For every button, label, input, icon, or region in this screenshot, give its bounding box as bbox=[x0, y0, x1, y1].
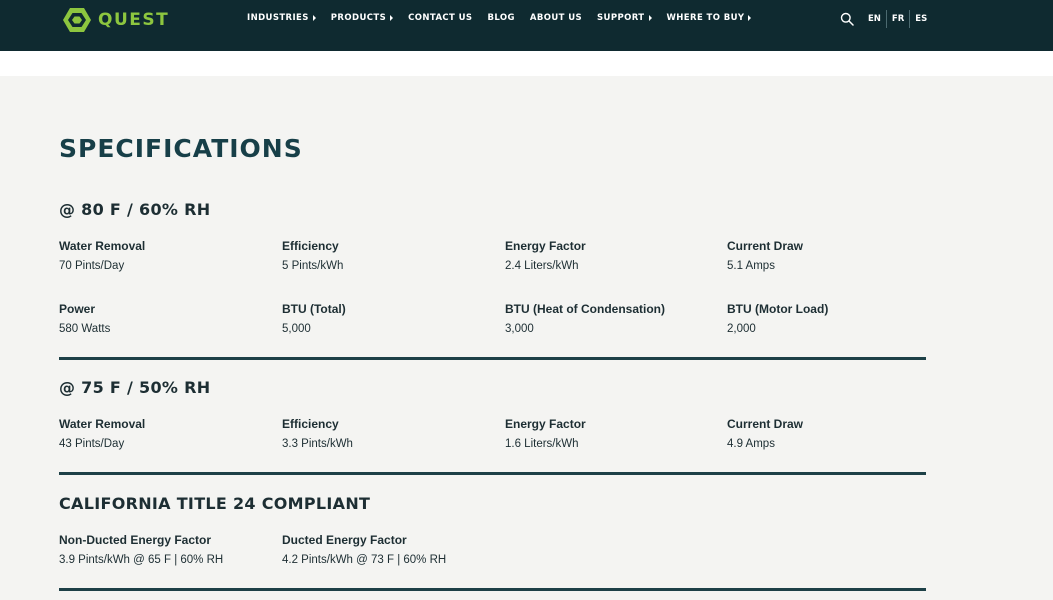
spec-value: 580 Watts bbox=[59, 323, 111, 335]
page-title: SPECIFICATIONS bbox=[59, 134, 303, 163]
nav-products[interactable]: PRODUCTS bbox=[330, 13, 394, 23]
spec-value: 5.1 Amps bbox=[727, 260, 775, 272]
nav-support-label: SUPPORT bbox=[597, 13, 645, 23]
spec-value: 4.9 Amps bbox=[727, 438, 775, 450]
caret-right-icon bbox=[748, 15, 752, 21]
spec-label: Power bbox=[59, 302, 96, 316]
spec-label: Ducted Energy Factor bbox=[282, 533, 407, 547]
nav-support[interactable]: SUPPORT bbox=[597, 13, 652, 23]
caret-right-icon bbox=[390, 15, 394, 21]
quest-logo[interactable]: QUEST bbox=[62, 7, 169, 33]
spec-value: 1.6 Liters/kWh bbox=[505, 438, 579, 450]
spec-value: 3.9 Pints/kWh @ 65 F | 60% RH bbox=[59, 554, 224, 566]
spec-label: Non-Ducted Energy Factor bbox=[59, 533, 212, 547]
lang-fr[interactable]: FR bbox=[889, 11, 907, 27]
spec-value: 3.3 Pints/kWh bbox=[282, 438, 353, 450]
nav-contact-us[interactable]: CONTACT US bbox=[408, 13, 472, 23]
section-divider bbox=[59, 357, 926, 360]
nav-industries[interactable]: INDUSTRIES bbox=[247, 13, 316, 23]
nav-contact-us-label: CONTACT US bbox=[408, 13, 473, 23]
spec-value: 5 Pints/kWh bbox=[282, 260, 344, 272]
spec-label: Water Removal bbox=[59, 417, 146, 431]
section-title-title-24: CALIFORNIA TITLE 24 COMPLIANT bbox=[59, 494, 371, 513]
nav-where-to-buy[interactable]: WHERE TO BUY bbox=[667, 13, 752, 23]
language-switcher: EN FR ES bbox=[865, 10, 930, 28]
spec-label: Efficiency bbox=[282, 239, 339, 253]
nav-blog-label: BLOG bbox=[487, 13, 515, 23]
spec-value: 3,000 bbox=[505, 323, 534, 335]
spec-label: Current Draw bbox=[727, 239, 804, 253]
spec-label: Efficiency bbox=[282, 417, 339, 431]
caret-right-icon bbox=[648, 15, 652, 21]
caret-right-icon bbox=[312, 15, 316, 21]
search-icon[interactable] bbox=[840, 12, 854, 26]
main-nav: INDUSTRIES PRODUCTS CONTACT US BLOG ABOU… bbox=[247, 13, 766, 23]
nav-blog[interactable]: BLOG bbox=[487, 13, 514, 23]
nav-industries-label: INDUSTRIES bbox=[247, 13, 309, 23]
spec-label: Current Draw bbox=[727, 417, 804, 431]
spec-label: Energy Factor bbox=[505, 239, 586, 253]
spec-label: Water Removal bbox=[59, 239, 146, 253]
section-divider bbox=[59, 472, 926, 475]
divider bbox=[885, 10, 887, 28]
site-header: QUEST INDUSTRIES PRODUCTS CONTACT US BLO… bbox=[0, 0, 1053, 51]
spec-value: 2.4 Liters/kWh bbox=[505, 260, 579, 272]
spec-value: 5,000 bbox=[282, 323, 311, 335]
nav-about-us-label: ABOUT US bbox=[529, 13, 583, 23]
nav-about-us[interactable]: ABOUT US bbox=[530, 13, 582, 23]
spec-value: 43 Pints/Day bbox=[59, 438, 125, 450]
spec-value: 2,000 bbox=[727, 323, 756, 335]
header-spacer bbox=[0, 51, 1053, 76]
spec-label: BTU (Motor Load) bbox=[727, 302, 829, 316]
spec-value: 70 Pints/Day bbox=[59, 260, 125, 272]
hexagon-logo-icon bbox=[63, 8, 91, 32]
nav-where-to-buy-label: WHERE TO BUY bbox=[666, 13, 745, 23]
section-divider bbox=[59, 588, 926, 591]
nav-products-label: PRODUCTS bbox=[330, 13, 387, 23]
spec-value: 4.2 Pints/kWh @ 73 F | 60% RH bbox=[282, 554, 447, 566]
lang-es[interactable]: ES bbox=[912, 11, 930, 27]
section-title-75f: @ 75 F / 50% RH bbox=[59, 378, 211, 397]
divider bbox=[909, 10, 911, 28]
section-title-80f: @ 80 F / 60% RH bbox=[59, 200, 211, 219]
lang-en[interactable]: EN bbox=[865, 11, 884, 27]
spec-label: Energy Factor bbox=[505, 417, 586, 431]
spec-label: BTU (Total) bbox=[282, 302, 346, 316]
logo-text: QUEST bbox=[98, 10, 170, 30]
spec-label: BTU (Heat of Condensation) bbox=[505, 302, 665, 316]
